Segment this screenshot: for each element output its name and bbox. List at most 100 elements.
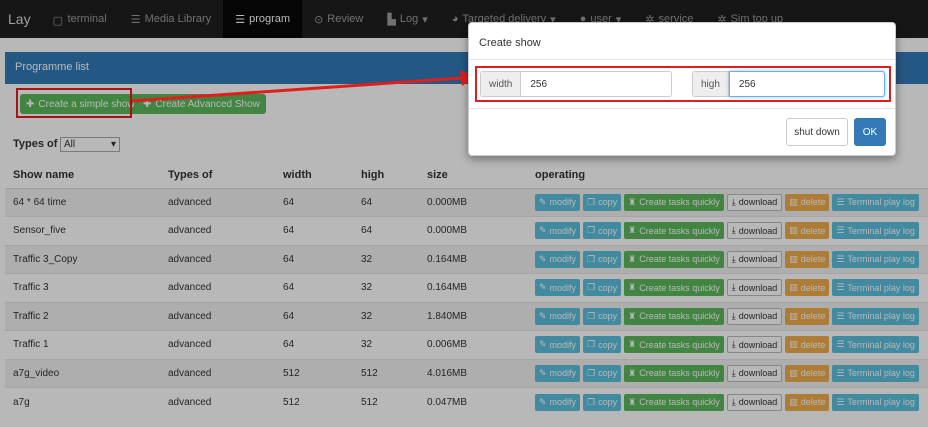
terminal-play-log-button[interactable]: ☰ Terminal play log <box>832 336 919 354</box>
types-label: Types of <box>13 138 58 150</box>
table-row: Traffic 1 advanced 64 32 0.006MB ✎ modify ❐ copy… <box>5 330 928 359</box>
copy-button[interactable]: ❐ copy <box>583 250 622 268</box>
nav-log[interactable]: ▙ Log ▾ <box>375 0 439 38</box>
trash-icon: ▥ <box>789 310 798 321</box>
show-name-cell: Sensor_five <box>5 216 160 245</box>
type-cell: advanced <box>160 187 275 217</box>
list-icon: ☰ <box>130 13 141 26</box>
button-label: modify <box>549 197 577 208</box>
trash-icon: ▥ <box>789 253 798 264</box>
delete-button[interactable]: ▥ delete <box>785 193 830 211</box>
width-cell: 64 <box>275 216 353 245</box>
button-label: download <box>738 339 778 350</box>
button-label: Create tasks quickly <box>639 339 720 350</box>
button-label: Terminal play log <box>847 368 915 379</box>
delete-button[interactable]: ▥ delete <box>785 222 830 240</box>
copy-button[interactable]: ❐ copy <box>583 307 622 325</box>
button-label: modify <box>549 254 577 265</box>
copy-icon: ❐ <box>587 396 596 407</box>
button-label: delete <box>800 397 826 407</box>
create-tasks-button[interactable]: ♜ Create tasks quickly <box>624 279 724 297</box>
delete-button[interactable]: ▥ delete <box>785 336 830 354</box>
operating-cell: ✎ modify ❐ copy ♜ Create tasks quickly ⤓ downlo… <box>527 187 928 217</box>
nav-program[interactable]: ☰ program <box>223 0 303 38</box>
button-label: copy <box>598 368 618 379</box>
download-button[interactable]: ⤓ download <box>726 364 783 382</box>
button-label: copy <box>598 225 618 236</box>
modify-button[interactable]: ✎ modify <box>535 250 581 268</box>
download-button[interactable]: ⤓ download <box>726 250 783 268</box>
modify-button[interactable]: ✎ modify <box>535 364 581 382</box>
modify-button[interactable]: ✎ modify <box>535 222 581 240</box>
type-cell: advanced <box>160 244 275 274</box>
high-cell: 512 <box>353 387 419 416</box>
download-button[interactable]: ⤓ download <box>726 222 783 240</box>
modify-button[interactable]: ✎ modify <box>535 336 581 354</box>
delete-button[interactable]: ▥ delete <box>785 279 830 297</box>
terminal-play-log-button[interactable]: ☰ Terminal play log <box>832 393 919 411</box>
terminal-play-log-button[interactable]: ☰ Terminal play log <box>832 222 919 240</box>
create-advanced-show-button[interactable]: ✚ Create Advanced Show <box>137 94 266 114</box>
terminal-play-log-button[interactable]: ☰ Terminal play log <box>832 364 919 382</box>
modify-button[interactable]: ✎ modify <box>535 393 581 411</box>
button-label: Create tasks quickly <box>639 397 720 407</box>
delete-button[interactable]: ▥ delete <box>785 250 830 268</box>
terminal-play-log-button[interactable]: ☰ Terminal play log <box>832 193 919 211</box>
modify-button[interactable]: ✎ modify <box>535 193 581 211</box>
nav-review[interactable]: ⊙ Review <box>302 0 375 38</box>
create-tasks-button[interactable]: ♜ Create tasks quickly <box>624 336 724 354</box>
copy-button[interactable]: ❐ copy <box>583 193 622 211</box>
operating-cell: ✎ modify ❐ copy ♜ Create tasks quickly ⤓ downlo… <box>527 244 928 274</box>
brand-logo[interactable]: Lay <box>0 11 41 27</box>
nav-media-library[interactable]: ☰ Media Library <box>119 0 224 38</box>
download-button[interactable]: ⤓ download <box>726 279 783 297</box>
high-cell: 32 <box>353 244 419 274</box>
create-tasks-button[interactable]: ♜ Create tasks quickly <box>624 364 724 382</box>
modify-button[interactable]: ✎ modify <box>535 307 581 325</box>
col-width: width <box>275 162 353 189</box>
trash-icon: ▥ <box>789 339 798 350</box>
tasks-icon: ♜ <box>628 396 637 407</box>
create-tasks-button[interactable]: ♜ Create tasks quickly <box>624 393 724 411</box>
download-button[interactable]: ⤓ download <box>726 307 783 325</box>
file-icon: ▙ <box>387 13 396 26</box>
list-icon: ☰ <box>836 339 845 350</box>
width-cell: 64 <box>275 187 353 217</box>
button-label: Terminal play log <box>847 282 915 293</box>
create-tasks-button[interactable]: ♜ Create tasks quickly <box>624 250 724 268</box>
edit-icon: ✎ <box>539 396 547 407</box>
high-cell: 512 <box>353 358 419 388</box>
terminal-play-log-button[interactable]: ☰ Terminal play log <box>832 307 919 325</box>
create-tasks-button[interactable]: ♜ Create tasks quickly <box>624 307 724 325</box>
edit-icon: ✎ <box>539 196 547 207</box>
copy-button[interactable]: ❐ copy <box>583 393 622 411</box>
create-tasks-button[interactable]: ♜ Create tasks quickly <box>624 193 724 211</box>
copy-button[interactable]: ❐ copy <box>583 364 622 382</box>
ok-button[interactable]: OK <box>854 118 886 146</box>
download-button[interactable]: ⤓ download <box>726 393 783 411</box>
copy-button[interactable]: ❐ copy <box>583 336 622 354</box>
create-tasks-button[interactable]: ♜ Create tasks quickly <box>624 222 724 240</box>
operating-cell: ✎ modify ❐ copy ♜ Create tasks quickly ⤓ downlo… <box>527 301 928 331</box>
size-cell: 0.000MB <box>419 216 527 245</box>
nav-terminal[interactable]: ▢ terminal <box>41 0 119 38</box>
terminal-play-log-button[interactable]: ☰ Terminal play log <box>832 279 919 297</box>
types-select[interactable]: All ▾ <box>60 137 120 152</box>
col-types-of: Types of <box>160 162 275 189</box>
copy-button[interactable]: ❐ copy <box>583 279 622 297</box>
delete-button[interactable]: ▥ delete <box>785 393 830 411</box>
download-icon: ⤓ <box>731 253 736 264</box>
type-cell: advanced <box>160 387 275 416</box>
delete-button[interactable]: ▥ delete <box>785 307 830 325</box>
download-button[interactable]: ⤓ download <box>726 193 783 211</box>
show-name-cell: Traffic 1 <box>5 330 160 359</box>
delete-button[interactable]: ▥ delete <box>785 364 830 382</box>
modify-button[interactable]: ✎ modify <box>535 279 581 297</box>
copy-button[interactable]: ❐ copy <box>583 222 622 240</box>
divider <box>469 108 895 109</box>
terminal-play-log-button[interactable]: ☰ Terminal play log <box>832 250 919 268</box>
download-icon: ⤓ <box>731 367 736 378</box>
shut-down-button[interactable]: shut down <box>786 118 848 146</box>
globe-icon: ◕ <box>451 13 459 25</box>
download-button[interactable]: ⤓ download <box>726 336 783 354</box>
